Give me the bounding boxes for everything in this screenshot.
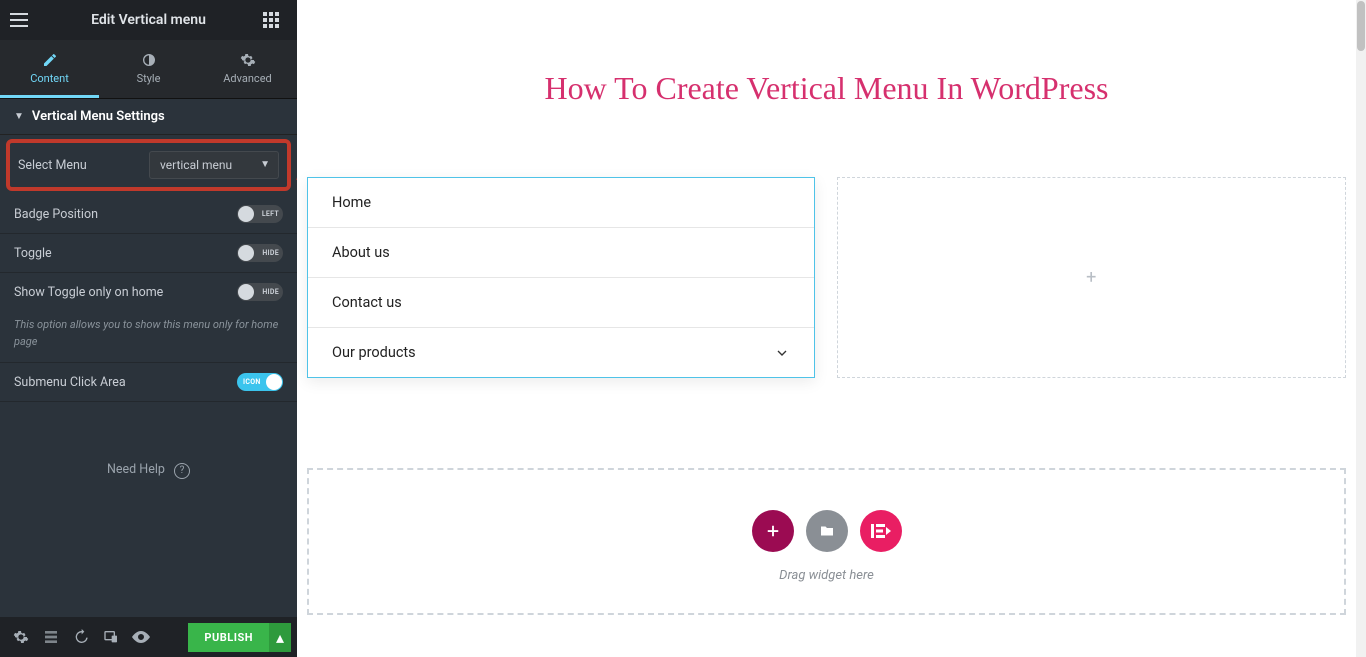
toggle-label: Toggle [14,246,237,261]
dropzone-label: Drag widget here [309,568,1344,583]
row-submenu-click: Submenu Click Area ICON [0,363,297,402]
row-show-toggle-home: Show Toggle only on home HIDE [0,273,297,311]
badge-position-label: Badge Position [14,207,237,222]
select-menu-dropdown[interactable]: vertical menu ▼ [149,151,279,179]
row-badge-position: Badge Position LEFT [0,195,297,234]
sidebar-footer: PUBLISH ▴ [0,617,297,657]
publish-caret[interactable]: ▴ [269,623,291,652]
history-icon[interactable] [66,622,96,652]
add-section-button[interactable] [752,510,794,552]
chevron-down-icon [774,345,790,361]
row-toggle: Toggle HIDE [0,234,297,273]
column-1[interactable]: Home About us Contact us Our products [307,177,815,378]
menu-item-home[interactable]: Home [308,178,814,228]
navigator-icon[interactable] [36,622,66,652]
apps-icon[interactable] [263,12,287,28]
section-title: Vertical Menu Settings [32,109,283,124]
menu-icon[interactable] [10,13,34,27]
tab-style[interactable]: Style [99,40,198,98]
vertical-scrollbar[interactable] [1356,0,1366,657]
page-title: How To Create Vertical Menu In WordPress [297,70,1356,107]
submenu-click-label: Submenu Click Area [14,375,237,390]
menu-item-contact[interactable]: Contact us [308,278,814,328]
badge-position-toggle[interactable]: LEFT [237,205,283,223]
submenu-click-toggle[interactable]: ICON [237,373,283,391]
dropzone-actions [309,510,1344,552]
preview-canvas: How To Create Vertical Menu In WordPress… [297,0,1356,657]
tab-label: Content [30,72,69,85]
caret-down-icon: ▼ [14,111,24,122]
select-menu-highlight: Select Menu vertical menu ▼ [6,139,291,191]
help-icon: ? [174,463,190,479]
toggle-toggle[interactable]: HIDE [237,244,283,262]
preview-icon[interactable] [126,622,156,652]
plus-icon: + [1086,267,1096,288]
publish-button[interactable]: PUBLISH [188,623,269,652]
empty-column[interactable]: + [837,177,1347,378]
template-library-button[interactable] [806,510,848,552]
scrollbar-thumb[interactable] [1357,1,1365,51]
tab-label: Advanced [223,72,271,85]
tab-content[interactable]: Content [0,40,99,98]
menu-item-products[interactable]: Our products [308,328,814,377]
chevron-down-icon: ▼ [260,159,270,170]
show-toggle-home-toggle[interactable]: HIDE [237,283,283,301]
panel-tabs: Content Style Advanced [0,40,297,99]
show-toggle-home-hint: This option allows you to show this menu… [0,311,297,363]
vertical-menu-widget: Home About us Contact us Our products [307,177,815,378]
settings-icon[interactable] [6,622,36,652]
tab-advanced[interactable]: Advanced [198,40,297,98]
show-toggle-home-label: Show Toggle only on home [14,285,237,300]
responsive-icon[interactable] [96,622,126,652]
tab-label: Style [137,72,161,85]
publish-group: PUBLISH ▴ [188,623,291,652]
select-menu-label: Select Menu [18,158,149,173]
section-columns: Home About us Contact us Our products + [297,177,1356,418]
need-help-link[interactable]: Need Help ? [0,402,297,539]
new-section-dropzone[interactable]: Drag widget here [307,468,1346,615]
elementskit-button[interactable] [860,510,902,552]
select-menu-value: vertical menu [160,158,232,172]
menu-item-about[interactable]: About us [308,228,814,278]
section-vertical-menu-settings[interactable]: ▼ Vertical Menu Settings [0,99,297,135]
sidebar-header: Edit Vertical menu [0,0,297,40]
editor-sidebar: Edit Vertical menu Content Style Advance… [0,0,297,657]
panel-title: Edit Vertical menu [34,12,263,28]
